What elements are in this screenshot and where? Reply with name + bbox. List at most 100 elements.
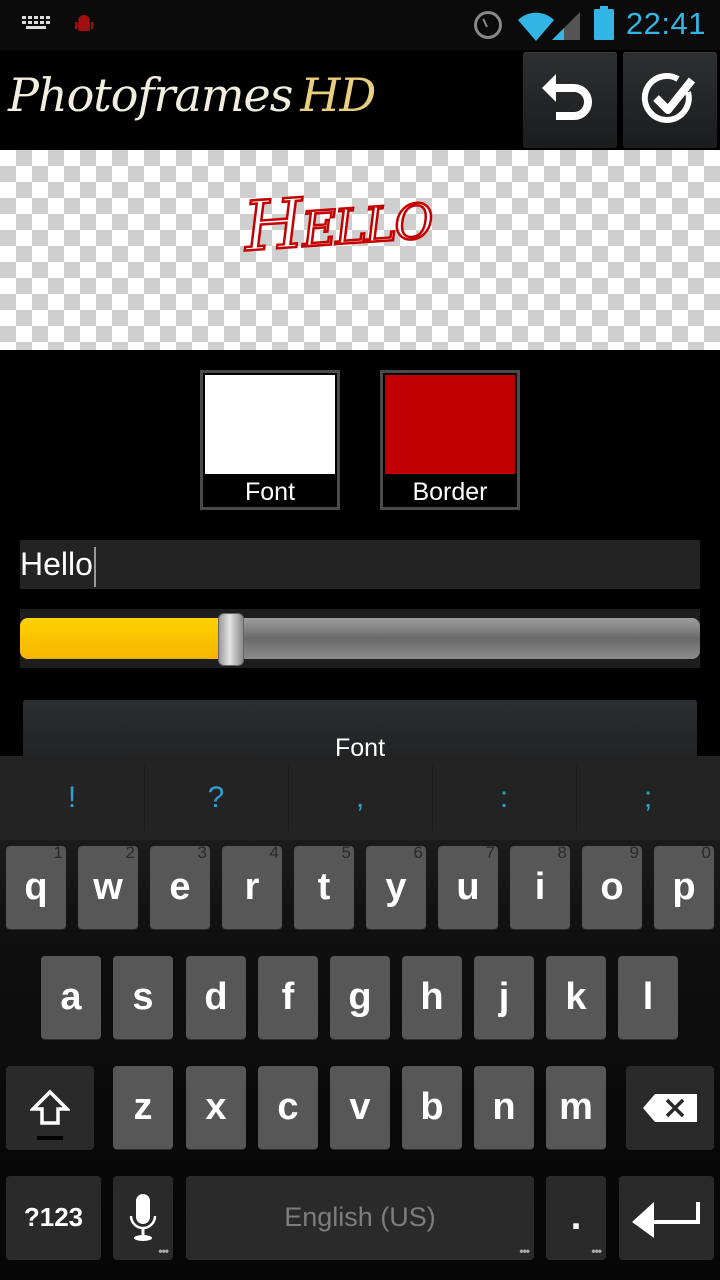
key-b[interactable]: b	[402, 1066, 462, 1149]
android-debug-icon	[75, 15, 93, 31]
key-x[interactable]: x	[186, 1066, 246, 1149]
enter-key[interactable]	[619, 1176, 714, 1259]
text-caret	[93, 546, 96, 587]
key-hint: 7	[485, 843, 495, 862]
key-y[interactable]: y6	[366, 843, 426, 929]
slider-track[interactable]	[20, 618, 700, 659]
key-m[interactable]: m	[546, 1066, 606, 1149]
key-d[interactable]: d	[186, 956, 246, 1039]
enter-icon	[631, 1201, 700, 1238]
suggestion-item[interactable]: ?	[144, 756, 288, 840]
key-w[interactable]: w2	[78, 843, 138, 929]
suggestion-item[interactable]: :	[432, 756, 576, 840]
font-color-label: Font	[244, 478, 296, 506]
key-s[interactable]: s	[113, 956, 173, 1039]
key-f[interactable]: f	[258, 956, 318, 1039]
key-t[interactable]: t5	[294, 843, 354, 929]
microphone-icon	[129, 1193, 157, 1241]
key-label: t	[317, 866, 331, 908]
slider-thumb[interactable]	[217, 613, 244, 666]
key-k[interactable]: k	[546, 956, 606, 1039]
key-hint: 0	[701, 843, 711, 862]
suggestion-item[interactable]: ;	[576, 756, 720, 840]
alarm-icon	[474, 11, 502, 39]
status-bar: 22:41	[0, 0, 720, 50]
border-color-button[interactable]: Border	[380, 370, 520, 510]
key-p[interactable]: p0	[654, 843, 714, 929]
key-hint: 4	[269, 843, 279, 862]
key-hint: 3	[197, 843, 207, 862]
key-hint: 1	[53, 843, 63, 862]
key-hint: 5	[341, 843, 351, 862]
key-hint: 9	[629, 843, 639, 862]
backspace-icon	[643, 1093, 697, 1122]
suggestion-item[interactable]: !	[0, 756, 144, 840]
app-logo: Photoframes HD	[8, 68, 376, 122]
suggestion-item[interactable]: ,	[288, 756, 432, 840]
font-color-button[interactable]: Font	[200, 370, 340, 510]
key-i[interactable]: i8	[510, 843, 570, 929]
key-label: u	[456, 866, 480, 908]
border-color-swatch	[385, 375, 515, 474]
shift-key[interactable]	[6, 1066, 94, 1149]
backspace-key[interactable]	[626, 1066, 714, 1149]
undo-icon	[542, 74, 592, 120]
key-n[interactable]: n	[474, 1066, 534, 1149]
key-label: e	[169, 866, 191, 908]
key-h[interactable]: h	[402, 956, 462, 1039]
key-a[interactable]: a	[41, 956, 101, 1039]
key-hint: 6	[413, 843, 423, 862]
border-color-label: Border	[412, 478, 488, 506]
shift-icon	[30, 1089, 70, 1125]
preview-text[interactable]: Hello	[240, 174, 435, 268]
clock: 22:41	[625, 6, 706, 41]
more-options-indicator: •••	[158, 1244, 169, 1258]
space-key[interactable]: English (US) •••	[186, 1176, 534, 1259]
key-e[interactable]: e3	[150, 843, 210, 929]
more-options-indicator: •••	[519, 1244, 530, 1258]
key-z[interactable]: z	[113, 1066, 173, 1149]
key-label: y	[385, 866, 407, 908]
key-label: w	[93, 866, 123, 908]
period-key[interactable]: . •••	[546, 1176, 606, 1259]
symbols-key[interactable]: ?123	[6, 1176, 101, 1259]
confirm-button[interactable]	[623, 52, 717, 148]
check-circle-icon	[641, 72, 696, 123]
text-input-value: Hello	[20, 546, 93, 582]
key-label: o	[600, 866, 624, 908]
key-hint: 2	[125, 843, 135, 862]
text-preview-canvas[interactable]: Hello	[0, 150, 720, 350]
key-label: i	[534, 866, 546, 908]
shift-indicator	[37, 1136, 63, 1140]
keyboard-icon	[22, 16, 50, 32]
logo-suffix-text: HD	[300, 68, 376, 122]
key-j[interactable]: j	[474, 956, 534, 1039]
cell-signal-icon	[552, 12, 580, 40]
font-color-swatch	[205, 375, 335, 474]
key-g[interactable]: g	[330, 956, 390, 1039]
key-label: q	[24, 866, 48, 908]
space-key-label: English (US)	[284, 1202, 436, 1232]
soft-keyboard: ! ? , : ; q1 w2 e3 r4 t5 y6 u7 i8 o9 p0 …	[0, 756, 720, 1280]
key-label: p	[672, 866, 696, 908]
undo-button[interactable]	[523, 52, 617, 148]
size-slider[interactable]	[20, 609, 700, 668]
key-label: r	[244, 866, 260, 908]
text-input[interactable]: Hello	[20, 540, 700, 589]
key-l[interactable]: l	[618, 956, 678, 1039]
battery-icon	[594, 6, 614, 40]
key-q[interactable]: q1	[6, 843, 66, 929]
logo-main-text: Photoframes	[8, 68, 293, 122]
app-header: Photoframes HD	[0, 50, 720, 150]
voice-input-key[interactable]: •••	[113, 1176, 173, 1259]
suggestion-strip: ! ? , : ;	[0, 756, 720, 840]
key-r[interactable]: r4	[222, 843, 282, 929]
slider-fill	[20, 618, 231, 659]
key-c[interactable]: c	[258, 1066, 318, 1149]
more-options-indicator: •••	[591, 1244, 602, 1258]
period-key-label: .	[570, 1196, 582, 1238]
key-o[interactable]: o9	[582, 843, 642, 929]
key-hint: 8	[557, 843, 567, 862]
key-u[interactable]: u7	[438, 843, 498, 929]
key-v[interactable]: v	[330, 1066, 390, 1149]
